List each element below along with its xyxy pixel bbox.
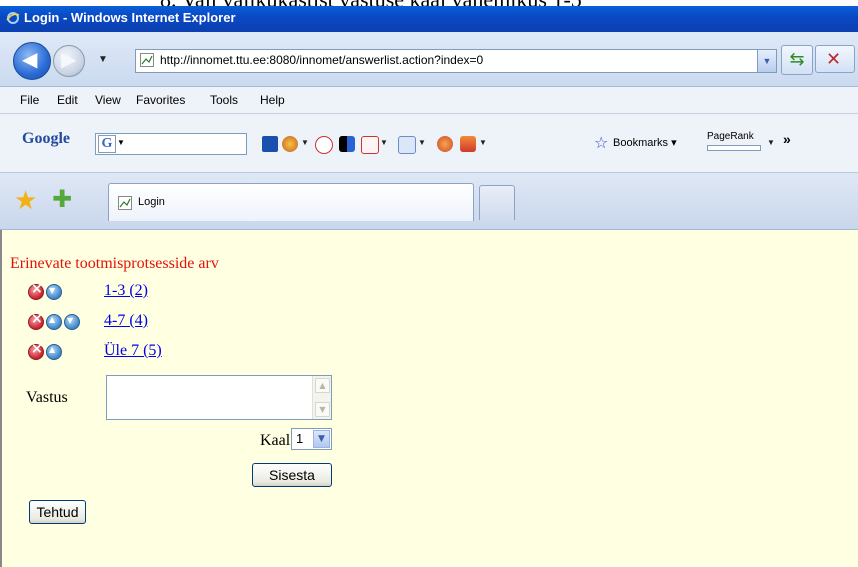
ball-dropdown-icon[interactable]: ▼ bbox=[301, 138, 309, 147]
google-logo[interactable]: Google bbox=[22, 130, 70, 148]
tab-bar: ★ ✚ Login bbox=[0, 173, 858, 230]
bookmark-star-icon[interactable]: ☆ bbox=[594, 133, 608, 153]
menu-edit[interactable]: Edit bbox=[57, 93, 78, 107]
forward-button[interactable]: ▶ bbox=[53, 45, 85, 77]
stop-button[interactable]: ✕ bbox=[815, 45, 855, 73]
pagerank-dropdown-icon[interactable]: ▼ bbox=[767, 138, 775, 147]
internet-explorer-icon bbox=[6, 12, 20, 24]
google-search-box[interactable]: G ▼ bbox=[95, 133, 247, 155]
forward-arrow-icon: ▶ bbox=[61, 49, 77, 71]
move-up-icon[interactable] bbox=[46, 314, 62, 330]
window-titlebar: Login - Windows Internet Explorer bbox=[0, 6, 858, 32]
history-dropdown-icon[interactable]: ▼ bbox=[98, 54, 108, 65]
orange-square-icon[interactable] bbox=[460, 136, 476, 152]
kaal-select[interactable]: 1 ▼ bbox=[291, 428, 332, 450]
page-content: Erinevate tootmisprotsesside arv 1-3 (2)… bbox=[0, 230, 858, 567]
window-icon[interactable] bbox=[398, 136, 416, 154]
tab-favicon-icon bbox=[118, 196, 132, 210]
menu-help[interactable]: Help bbox=[260, 93, 285, 107]
vastus-label: Vastus bbox=[26, 389, 68, 406]
squares-icon[interactable] bbox=[339, 136, 355, 152]
bookmarks-button[interactable]: Bookmarks ▾ bbox=[613, 136, 677, 149]
delete-icon[interactable] bbox=[28, 281, 44, 300]
address-input[interactable] bbox=[160, 52, 740, 68]
window-title: Login - Windows Internet Explorer bbox=[24, 10, 236, 25]
scroll-up-icon[interactable]: ▲ bbox=[315, 378, 330, 393]
address-dropdown-icon[interactable]: ▼ bbox=[757, 49, 777, 73]
back-button[interactable]: ◀ bbox=[13, 42, 51, 80]
delete-icon[interactable] bbox=[28, 341, 44, 360]
tab-label: Login bbox=[138, 196, 165, 208]
pagerank-bar bbox=[707, 145, 761, 151]
scroll-down-icon[interactable]: ▼ bbox=[315, 402, 330, 417]
graduation-cap-icon[interactable] bbox=[262, 136, 278, 152]
answer-link[interactable]: 1-3 (2) bbox=[104, 282, 148, 300]
pagerank-label[interactable]: PageRank bbox=[707, 131, 754, 142]
move-down-icon[interactable] bbox=[64, 314, 80, 330]
mail-dropdown-icon[interactable]: ▼ bbox=[380, 138, 388, 147]
google-toolbar: Google G ▼ ▼ ▼ ▼ ▼ ☆ Bookmarks ▾ PageRan… bbox=[0, 114, 858, 173]
address-field[interactable] bbox=[135, 49, 758, 73]
refresh-button[interactable]: ⇆ bbox=[781, 45, 813, 75]
menu-tools[interactable]: Tools bbox=[210, 93, 238, 107]
navigation-bar: ◀ ▶ ▼ ▼ ⇆ ✕ bbox=[0, 32, 858, 87]
swirl-icon[interactable] bbox=[437, 136, 453, 152]
tehtud-button[interactable]: Tehtud bbox=[29, 500, 86, 524]
refresh-icon: ⇆ bbox=[789, 49, 805, 69]
tab-login[interactable]: Login bbox=[108, 183, 474, 221]
back-arrow-icon: ◀ bbox=[22, 49, 38, 71]
vastus-scrollbar[interactable]: ▲ ▼ bbox=[312, 376, 331, 419]
vastus-field[interactable]: ▲ ▼ bbox=[106, 375, 332, 420]
spellcheck-icon[interactable] bbox=[315, 136, 333, 154]
chevron-down-icon[interactable]: ▼ bbox=[313, 430, 330, 448]
vastus-textarea[interactable] bbox=[107, 376, 313, 419]
sisesta-button[interactable]: Sisesta bbox=[252, 463, 332, 487]
menu-favorites[interactable]: Favorites bbox=[136, 93, 185, 107]
stop-icon: ✕ bbox=[826, 49, 842, 69]
answer-link[interactable]: 4-7 (4) bbox=[104, 312, 148, 330]
favorites-center-icon[interactable]: ★ bbox=[14, 187, 37, 213]
google-search-dropdown-icon[interactable]: ▼ bbox=[117, 138, 125, 147]
add-favorite-icon[interactable]: ✚ bbox=[52, 187, 72, 213]
ball-icon[interactable] bbox=[282, 136, 298, 152]
google-search-button[interactable]: G bbox=[98, 135, 116, 153]
move-up-icon[interactable] bbox=[46, 344, 62, 360]
answer-link[interactable]: Üle 7 (5) bbox=[104, 342, 162, 360]
menu-file[interactable]: File bbox=[20, 93, 39, 107]
bookmarks-label: Bookmarks bbox=[613, 137, 669, 149]
move-down-icon[interactable] bbox=[46, 284, 62, 300]
kaal-label: Kaal bbox=[260, 432, 291, 449]
more-tools-button[interactable]: » bbox=[783, 131, 791, 147]
menu-bar: File Edit View Favorites Tools Help bbox=[0, 87, 858, 114]
mail-icon[interactable] bbox=[361, 136, 379, 154]
kaal-value: 1 bbox=[296, 431, 304, 446]
page-favicon-icon bbox=[140, 53, 154, 67]
delete-icon[interactable] bbox=[28, 311, 44, 330]
window-dropdown-icon[interactable]: ▼ bbox=[418, 138, 426, 147]
new-tab-button[interactable] bbox=[479, 185, 515, 220]
orange-square-dropdown-icon[interactable]: ▼ bbox=[479, 138, 487, 147]
menu-view[interactable]: View bbox=[95, 93, 121, 107]
question-title: Erinevate tootmisprotsesside arv bbox=[10, 255, 219, 272]
